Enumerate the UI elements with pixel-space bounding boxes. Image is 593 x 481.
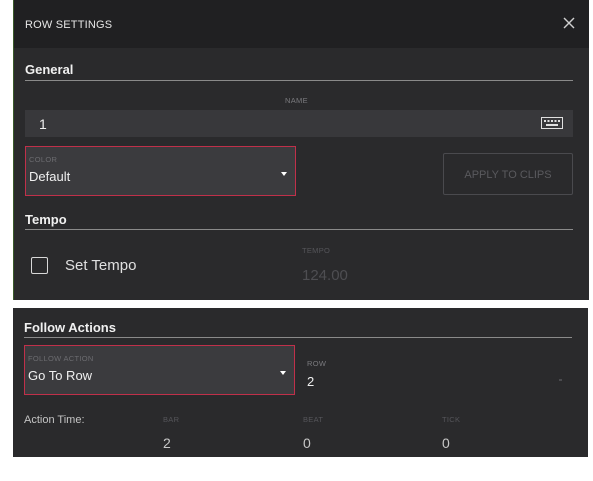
follow-action-label: FOLLOW ACTION [28, 354, 94, 363]
follow-action-value: Go To Row [28, 368, 93, 383]
color-dropdown[interactable]: COLOR Default [25, 146, 296, 196]
titlebar: ROW SETTINGS [14, 0, 589, 48]
tempo-label: TEMPO [302, 246, 331, 255]
follow-actions-divider [24, 337, 572, 338]
set-tempo-label: Set Tempo [65, 257, 137, 274]
tick-value[interactable]: 0 [442, 435, 450, 451]
name-value: 1 [39, 116, 47, 132]
name-field[interactable]: 1 [25, 110, 573, 137]
keyboard-icon[interactable] [541, 117, 563, 129]
tempo-divider [25, 229, 573, 230]
close-icon[interactable] [558, 12, 580, 34]
follow-actions-panel: Follow Actions FOLLOW ACTION Go To Row R… [13, 308, 588, 457]
tempo-value: 124.00 [302, 267, 348, 284]
name-label: NAME [285, 96, 308, 105]
apply-to-clips-button[interactable]: APPLY TO CLIPS [443, 153, 573, 195]
beat-label: BEAT [303, 415, 324, 424]
row-value: 2 [307, 374, 315, 389]
bar-label: BAR [163, 415, 180, 424]
row-dropdown[interactable]: ROW 2 [301, 345, 572, 393]
tick-label: TICK [442, 415, 461, 424]
chevron-down-icon [559, 379, 562, 381]
general-heading: General [25, 62, 74, 77]
tempo-heading: Tempo [25, 212, 67, 227]
follow-action-dropdown[interactable]: FOLLOW ACTION Go To Row [24, 345, 295, 395]
color-value: Default [29, 169, 71, 184]
color-label: COLOR [29, 155, 58, 164]
dialog-title: ROW SETTINGS [25, 19, 113, 31]
follow-actions-heading: Follow Actions [24, 320, 116, 335]
row-settings-panel: ROW SETTINGS General NAME 1 COLOR Defaul… [13, 0, 589, 300]
action-time-label: Action Time: [24, 414, 85, 426]
beat-value[interactable]: 0 [303, 435, 311, 451]
chevron-down-icon [280, 371, 286, 375]
general-divider [25, 80, 573, 81]
set-tempo-checkbox[interactable] [31, 257, 48, 274]
bar-value[interactable]: 2 [163, 435, 171, 451]
chevron-down-icon [281, 172, 287, 176]
row-label: ROW [307, 359, 327, 368]
